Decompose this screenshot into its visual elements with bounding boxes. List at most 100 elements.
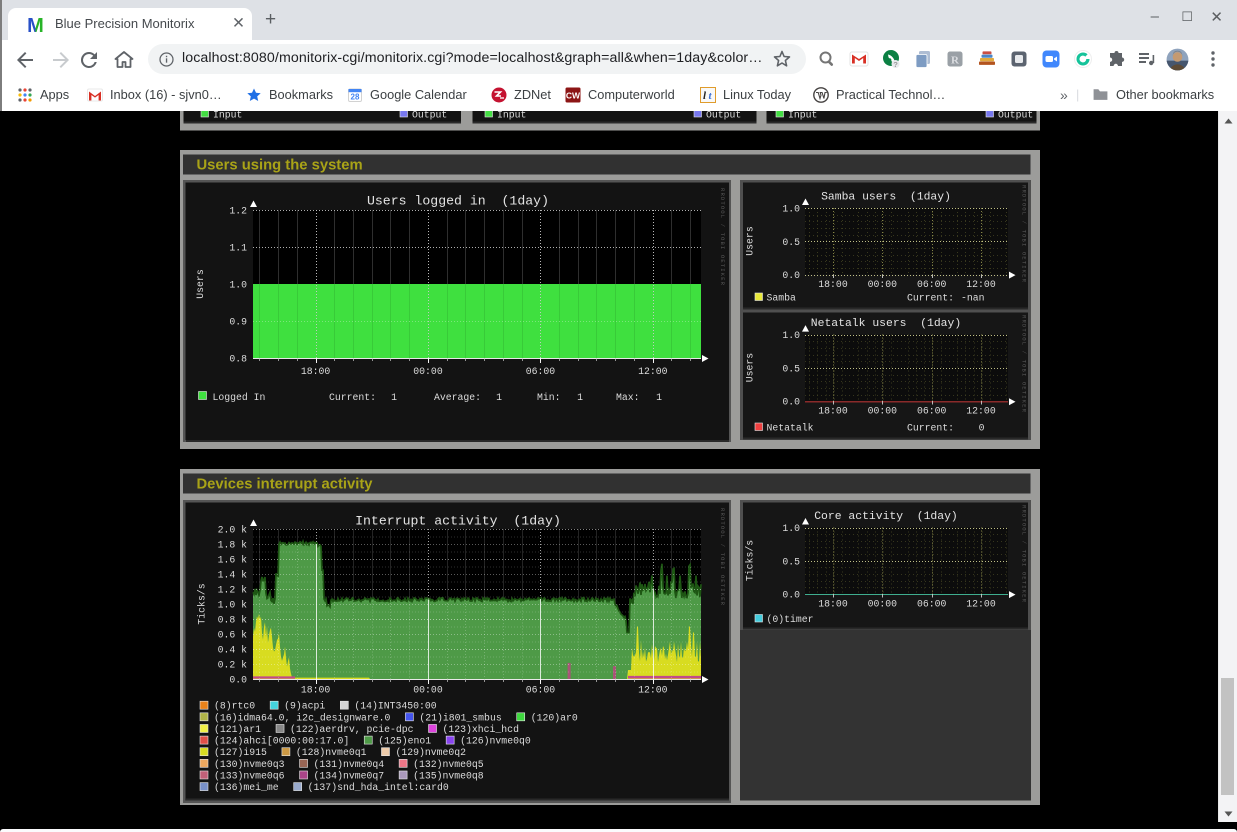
svg-text:Users logged in (1day): Users logged in (1day) [367, 194, 549, 209]
svg-text:(16)idma64.0, i2c_designware.0: (16)idma64.0, i2c_designware.0 [214, 712, 390, 723]
svg-text:(0)timer: (0)timer [767, 614, 814, 625]
svg-text:(136)mei_me: (136)mei_me [214, 782, 279, 793]
svg-text:0.8: 0.8 [229, 354, 247, 365]
svg-text:(128)nvme0q1: (128)nvme0q1 [296, 747, 367, 758]
svg-text:(14)INT3450:00: (14)INT3450:00 [354, 701, 436, 712]
svg-text:00:00: 00:00 [868, 406, 898, 417]
svg-text:Users: Users [195, 269, 206, 299]
svg-text:06:00: 06:00 [917, 406, 947, 417]
svg-text:1: 1 [656, 392, 662, 403]
svg-text:(124)ahci[0000:00:17.0]: (124)ahci[0000:00:17.0] [214, 736, 349, 747]
svg-text:00:00: 00:00 [868, 599, 898, 610]
svg-text:0.2 k: 0.2 k [218, 660, 248, 671]
svg-text:00:00: 00:00 [413, 685, 443, 696]
svg-text:0.6 k: 0.6 k [218, 630, 248, 641]
svg-text:12:00: 12:00 [638, 685, 668, 696]
svg-text:00:00: 00:00 [868, 279, 898, 290]
svg-text:Users: Users [745, 226, 756, 256]
svg-text:(121)ar1: (121)ar1 [214, 724, 261, 735]
svg-text:-nan: -nan [961, 293, 985, 304]
svg-text:18:00: 18:00 [301, 366, 331, 377]
svg-text:06:00: 06:00 [526, 685, 556, 696]
svg-text:Samba users (1day): Samba users (1day) [821, 192, 951, 204]
svg-text:0.5: 0.5 [782, 556, 800, 567]
svg-text:(127)i915: (127)i915 [214, 747, 267, 758]
svg-text:28: 28 [351, 92, 360, 101]
svg-text:Input: Input [213, 111, 242, 121]
svg-text:Ticks/s: Ticks/s [745, 540, 756, 581]
svg-text:18:00: 18:00 [818, 599, 848, 610]
svg-text:0: 0 [961, 423, 985, 434]
svg-text:1: 1 [577, 392, 583, 403]
svg-text:(132)nvme0q5: (132)nvme0q5 [413, 759, 484, 770]
svg-text:Users using the system: Users using the system [197, 158, 363, 174]
svg-text:Ticks/s: Ticks/s [197, 583, 208, 624]
svg-text:0.5: 0.5 [782, 363, 800, 374]
svg-text:1.0: 1.0 [782, 204, 800, 215]
svg-text:Average:: Average: [434, 392, 481, 403]
svg-text:(131)nvme0q4: (131)nvme0q4 [314, 759, 385, 770]
svg-text:Devices interrupt activity: Devices interrupt activity [197, 477, 374, 493]
svg-text:1.0 k: 1.0 k [218, 600, 248, 611]
svg-text:(137)snd_hda_intel:card0: (137)snd_hda_intel:card0 [308, 782, 449, 793]
svg-text:Netatalk users (1day): Netatalk users (1day) [811, 318, 961, 330]
svg-text:(129)nvme0q2: (129)nvme0q2 [395, 747, 466, 758]
svg-text:(126)nvme0q0: (126)nvme0q0 [460, 736, 531, 747]
svg-text:Netatalk: Netatalk [767, 423, 814, 434]
svg-text:Core activity (1day): Core activity (1day) [814, 511, 958, 523]
svg-text:Input: Input [788, 111, 817, 121]
svg-text:06:00: 06:00 [917, 279, 947, 290]
svg-text:RRDTOOL / TOBI OETIKER: RRDTOOL / TOBI OETIKER [1021, 315, 1028, 413]
svg-text:18:00: 18:00 [301, 685, 331, 696]
svg-text:06:00: 06:00 [917, 599, 947, 610]
svg-text:12:00: 12:00 [966, 599, 996, 610]
svg-text:0.0: 0.0 [782, 270, 800, 281]
svg-text:Output: Output [998, 111, 1033, 121]
svg-text:0.0: 0.0 [229, 675, 247, 686]
svg-text:1.8 k: 1.8 k [218, 540, 248, 551]
svg-text:(135)nvme0q8: (135)nvme0q8 [413, 770, 484, 781]
svg-text:0.5: 0.5 [782, 237, 800, 248]
svg-text:06:00: 06:00 [526, 366, 556, 377]
svg-text:1.0: 1.0 [229, 280, 247, 291]
svg-text:Output: Output [706, 111, 741, 121]
svg-text:12:00: 12:00 [638, 366, 668, 377]
svg-text:(123)xhci_hcd: (123)xhci_hcd [443, 724, 520, 735]
svg-text:Users: Users [745, 353, 756, 383]
svg-text:M: M [27, 15, 44, 36]
svg-text:1: 1 [391, 392, 397, 403]
svg-text:1.6 k: 1.6 k [218, 555, 248, 566]
svg-text:0.0: 0.0 [782, 397, 800, 408]
svg-text:0.9: 0.9 [229, 317, 247, 328]
svg-text:(122)aerdrv, pcie-dpc: (122)aerdrv, pcie-dpc [290, 724, 414, 735]
svg-text:Current:: Current: [329, 392, 376, 403]
svg-text:Interrupt activity (1day): Interrupt activity (1day) [355, 514, 561, 529]
svg-text:Samba: Samba [767, 293, 797, 304]
svg-text:0.4 k: 0.4 k [218, 645, 248, 656]
svg-text:0.8 k: 0.8 k [218, 615, 248, 626]
svg-text:RRDTOOL / TOBI OETIKER: RRDTOOL / TOBI OETIKER [719, 188, 726, 286]
svg-text:(130)nvme0q3: (130)nvme0q3 [214, 759, 285, 770]
svg-text:?: ? [893, 60, 898, 69]
svg-text:1.2: 1.2 [229, 206, 247, 217]
svg-text:Current:: Current: [907, 423, 954, 434]
svg-text:0.0: 0.0 [782, 590, 800, 601]
svg-text:12:00: 12:00 [966, 406, 996, 417]
svg-text:1.2 k: 1.2 k [218, 585, 248, 596]
svg-text:RRDTOOL / TOBI OETIKER: RRDTOOL / TOBI OETIKER [1021, 185, 1028, 283]
svg-text:12:00: 12:00 [966, 279, 996, 290]
svg-text:R: R [951, 55, 960, 67]
svg-text:Min:: Min: [537, 392, 561, 403]
svg-text:CW: CW [566, 90, 581, 100]
svg-text:Logged In: Logged In [213, 392, 266, 403]
svg-text:RRDTOOL / TOBI OETIKER: RRDTOOL / TOBI OETIKER [1021, 505, 1028, 603]
svg-text:1: 1 [496, 392, 502, 403]
svg-text:(9)acpi: (9)acpi [284, 701, 325, 712]
svg-text:1.0: 1.0 [782, 523, 800, 534]
svg-text:18:00: 18:00 [818, 406, 848, 417]
svg-text:Max:: Max: [616, 392, 640, 403]
svg-text:(21)i801_smbus: (21)i801_smbus [419, 712, 501, 723]
svg-text:(8)rtc0: (8)rtc0 [214, 701, 255, 712]
svg-text:2.0 k: 2.0 k [218, 525, 248, 536]
svg-text:1.1: 1.1 [229, 243, 247, 254]
